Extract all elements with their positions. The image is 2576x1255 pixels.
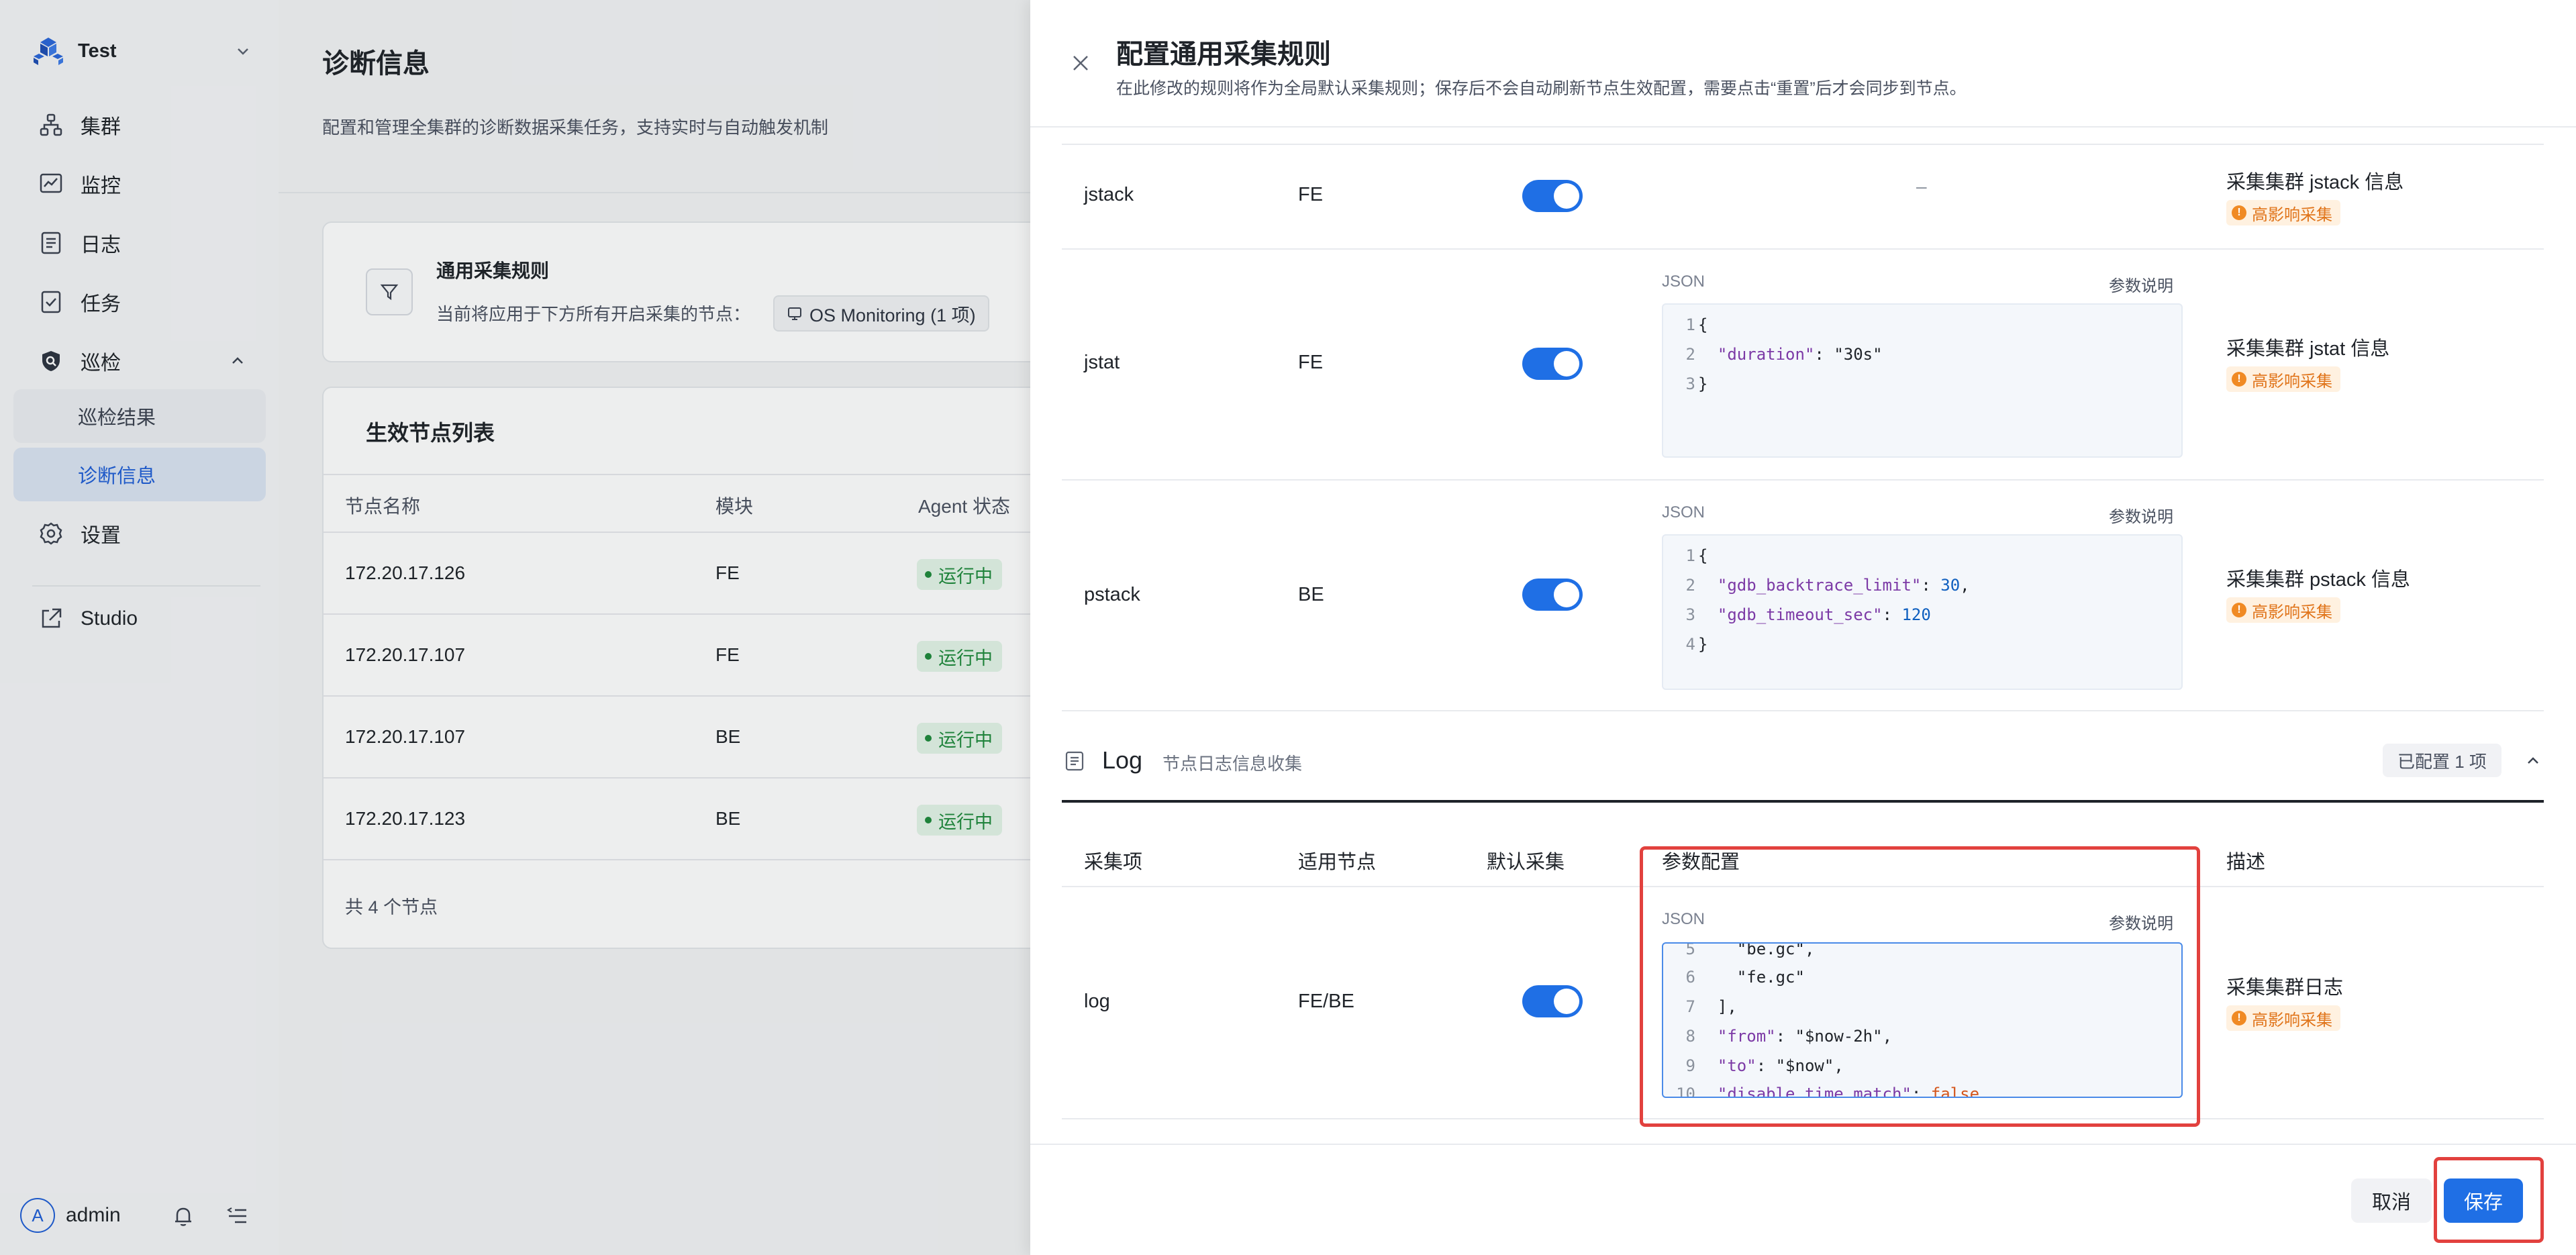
drawer-title: 配置通用采集规则: [1116, 40, 1331, 69]
high-impact-tag: ! 高影响采集: [2226, 1005, 2340, 1031]
param-help-link[interactable]: 参数说明: [2109, 503, 2173, 527]
column-header-applicable-nodes: 适用节点: [1298, 852, 1377, 873]
row-divider: [1062, 710, 2544, 711]
warning-icon: !: [2232, 205, 2246, 220]
log-section-icon: [1065, 751, 1084, 771]
high-impact-tag: ! 高影响采集: [2226, 200, 2340, 225]
default-collect-toggle[interactable]: [1522, 985, 1583, 1017]
default-collect-toggle[interactable]: [1522, 348, 1583, 380]
collect-item-description: 采集集群日志: [2226, 977, 2344, 999]
log-section-underline: [1062, 800, 2544, 803]
row-divider: [1062, 479, 2544, 481]
high-impact-tag: ! 高影响采集: [2226, 366, 2340, 392]
log-section-title: Log: [1102, 746, 1143, 774]
column-header-collect-item: 采集项: [1084, 852, 1143, 873]
collect-item-name: log: [1084, 991, 1110, 1012]
row-divider: [1062, 248, 2544, 250]
column-header-description: 描述: [2226, 852, 2266, 873]
collect-item-description: 采集集群 pstack 信息: [2226, 569, 2410, 591]
json-label: JSON: [1662, 503, 1705, 521]
collect-item-description: 采集集群 jstat 信息: [2226, 338, 2390, 360]
row-divider: [1062, 144, 2544, 145]
no-config-dash: –: [1916, 176, 1927, 197]
default-collect-toggle[interactable]: [1522, 180, 1583, 212]
collect-item-nodes: FE: [1298, 352, 1324, 373]
configured-count-badge: 已配置 1 项: [2383, 744, 2501, 777]
cancel-button[interactable]: 取消: [2351, 1178, 2432, 1223]
warning-icon: !: [2232, 603, 2246, 617]
collect-item-name: jstack: [1084, 184, 1134, 205]
collect-item-nodes: FE/BE: [1298, 991, 1354, 1012]
log-section-subtitle: 节点日志信息收集: [1162, 754, 1303, 774]
high-impact-tag: ! 高影响采集: [2226, 597, 2340, 623]
collect-item-name: jstat: [1084, 352, 1120, 373]
column-header-default-collect: 默认采集: [1487, 852, 1565, 873]
collect-item-name: pstack: [1084, 584, 1140, 605]
param-help-link[interactable]: 参数说明: [2109, 272, 2173, 296]
warning-icon: !: [2232, 1011, 2246, 1025]
collect-item-nodes: FE: [1298, 184, 1324, 205]
collect-item-nodes: BE: [1298, 584, 1324, 605]
drawer-subtitle: 在此修改的规则将作为全局默认采集规则；保存后不会自动刷新节点生效配置，需要点击“…: [1116, 79, 1967, 98]
highlight-param-config: [1640, 846, 2200, 1127]
default-collect-toggle[interactable]: [1522, 579, 1583, 611]
warning-icon: !: [2232, 372, 2246, 387]
chevron-up-icon[interactable]: [2524, 752, 2542, 770]
drawer-backdrop[interactable]: [0, 0, 1030, 1255]
drawer-footer-divider: [1030, 1144, 2576, 1145]
drawer-header-divider: [1030, 126, 2576, 128]
close-icon[interactable]: [1069, 51, 1093, 75]
json-label: JSON: [1662, 272, 1705, 291]
json-editor[interactable]: 1{ 2 "duration": "30s" 3}: [1662, 303, 2183, 458]
json-editor[interactable]: 1{ 2 "gdb_backtrace_limit": 30, 3 "gdb_t…: [1662, 534, 2183, 690]
save-button[interactable]: 保存: [2444, 1178, 2523, 1223]
collect-item-description: 采集集群 jstack 信息: [2226, 172, 2404, 193]
